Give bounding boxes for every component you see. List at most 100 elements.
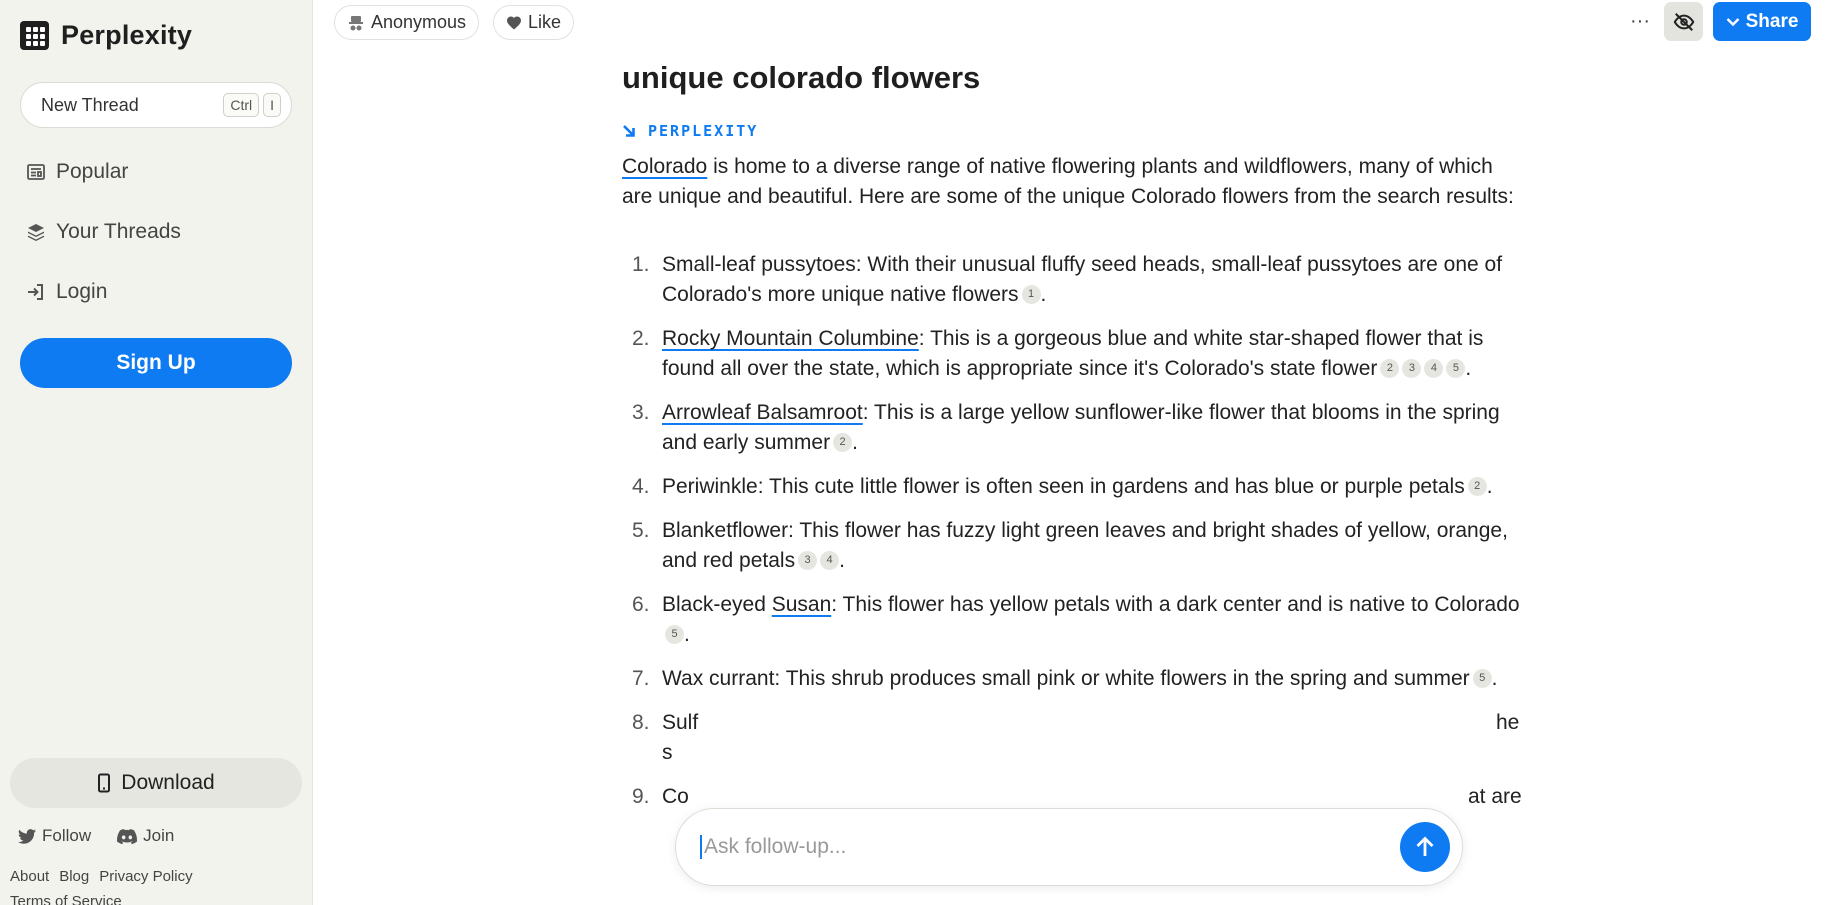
- citation-badge[interactable]: 5: [665, 624, 684, 644]
- list-text-tail: he: [1496, 711, 1520, 734]
- list-item: 2. Rocky Mountain Columbine: This is a g…: [622, 324, 1522, 384]
- answer-intro: Colorado is home to a diverse range of n…: [622, 152, 1522, 212]
- footer-links: About Blog Privacy Policy: [10, 868, 193, 885]
- list-text-line2: s: [662, 741, 673, 764]
- follow-up-input[interactable]: [700, 835, 1400, 859]
- list-text-tail: at are: [1468, 785, 1522, 808]
- newspaper-icon: [27, 164, 45, 180]
- share-button[interactable]: Share: [1713, 2, 1811, 41]
- new-thread-label: New Thread: [41, 94, 139, 115]
- list-text: Blanketflower: This flower has fuzzy lig…: [662, 519, 1508, 572]
- flower-list: 1. Small-leaf pussytoes: With their unus…: [622, 250, 1522, 812]
- list-link[interactable]: Rocky Mountain Columbine: [662, 327, 919, 350]
- join-discord-link[interactable]: Join: [117, 826, 174, 846]
- list-item: 3. Arrowleaf Balsamroot: This is a large…: [622, 398, 1522, 458]
- twitter-icon: [18, 828, 36, 844]
- join-label: Join: [143, 826, 175, 845]
- source-label: PERPLEXITY: [622, 122, 758, 140]
- list-text: Wax currant: This shrub produces small p…: [662, 667, 1470, 690]
- about-link[interactable]: About: [10, 868, 49, 885]
- sidebar-item-label: Login: [56, 280, 108, 303]
- list-item: 4. Periwinkle: This cute little flower i…: [622, 472, 1522, 502]
- shortcut-key-i: I: [263, 93, 281, 117]
- blog-link[interactable]: Blog: [59, 868, 89, 885]
- send-button[interactable]: [1400, 822, 1450, 872]
- list-item: 5. Blanketflower: This flower has fuzzy …: [622, 516, 1522, 576]
- anonymous-label: Anonymous: [371, 12, 467, 32]
- list-item: 8. Sulf he s: [622, 708, 1522, 768]
- citation-badge[interactable]: 5: [1446, 358, 1466, 378]
- follow-twitter-link[interactable]: Follow: [18, 826, 91, 846]
- citation-badge[interactable]: 3: [798, 550, 818, 570]
- arrow-up-icon: [1416, 836, 1434, 856]
- stack-icon: [28, 224, 44, 241]
- citation-badge[interactable]: 4: [820, 550, 840, 570]
- list-item: 7. Wax currant: This shrub produces smal…: [622, 664, 1522, 694]
- sidebar-item-login[interactable]: Login: [26, 280, 107, 304]
- citation-badge[interactable]: 2: [833, 432, 853, 452]
- terms-of-service-link[interactable]: Terms of Service: [10, 893, 122, 905]
- more-options-icon[interactable]: ···: [1627, 8, 1653, 34]
- list-number: 1.: [632, 253, 650, 276]
- list-number: 9.: [632, 785, 650, 808]
- list-number: 2.: [632, 327, 650, 350]
- sidebar-item-your-threads[interactable]: Your Threads: [26, 220, 181, 244]
- colorado-link[interactable]: Colorado: [622, 155, 707, 178]
- new-thread-button[interactable]: New Thread Ctrl I: [20, 82, 292, 128]
- list-number: 5.: [632, 519, 650, 542]
- heart-icon: [507, 16, 521, 30]
- follow-up-box: [675, 808, 1463, 886]
- list-text: Sulf: [662, 711, 699, 734]
- like-label: Like: [528, 12, 562, 32]
- sidebar-item-label: Popular: [56, 160, 129, 183]
- incognito-icon: [349, 15, 363, 30]
- citation-badge[interactable]: 2: [1467, 476, 1487, 496]
- source-label-text: PERPLEXITY: [648, 122, 759, 140]
- citation-badge[interactable]: 4: [1424, 358, 1444, 378]
- list-item: 6. Black-eyed Susan: This flower has yel…: [622, 590, 1522, 650]
- arrow-down-right-icon: [623, 125, 635, 137]
- share-label: Share: [1745, 10, 1799, 32]
- list-text: : This flower has yellow petals with a d…: [831, 593, 1520, 616]
- list-text: Co: [662, 785, 689, 808]
- social-links: Follow Join: [18, 826, 174, 846]
- citation-badge[interactable]: 1: [1021, 284, 1041, 304]
- citation-badge[interactable]: 3: [1402, 358, 1422, 378]
- list-number: 4.: [632, 475, 650, 498]
- citation-badge[interactable]: 2: [1380, 358, 1400, 378]
- list-link[interactable]: Arrowleaf Balsamroot: [662, 401, 863, 424]
- intro-text: is home to a diverse range of native flo…: [622, 155, 1514, 208]
- shortcut-key-ctrl: Ctrl: [223, 93, 260, 117]
- list-link[interactable]: Susan: [772, 593, 832, 616]
- brand-name: Perplexity: [61, 20, 193, 50]
- brand[interactable]: Perplexity: [20, 20, 192, 51]
- list-number: 3.: [632, 401, 650, 424]
- sign-up-button[interactable]: Sign Up: [20, 338, 292, 388]
- download-label: Download: [121, 771, 215, 794]
- discord-icon: [117, 828, 138, 844]
- list-number: 8.: [632, 711, 650, 734]
- privacy-policy-link[interactable]: Privacy Policy: [99, 868, 192, 885]
- anonymous-user-chip[interactable]: Anonymous: [334, 5, 480, 40]
- app-root: Perplexity New Thread Ctrl I Popular You…: [0, 0, 1831, 905]
- sidebar-item-label: Your Threads: [56, 220, 181, 243]
- list-number: 6.: [632, 593, 650, 616]
- list-text: Periwinkle: This cute little flower is o…: [662, 475, 1465, 498]
- chevron-down-icon: [1726, 17, 1739, 26]
- follow-label: Follow: [42, 826, 92, 845]
- perplexity-logo-icon: [20, 21, 49, 50]
- visibility-toggle-button[interactable]: [1664, 2, 1703, 41]
- like-button[interactable]: Like: [493, 5, 575, 40]
- citation-badge[interactable]: 5: [1472, 668, 1492, 688]
- phone-icon: [98, 773, 111, 793]
- list-text: Small-leaf pussytoes: With their unusual…: [662, 253, 1503, 306]
- list-number: 7.: [632, 667, 650, 690]
- login-icon: [28, 284, 43, 300]
- list-item: 1. Small-leaf pussytoes: With their unus…: [622, 250, 1522, 310]
- page-title: unique colorado flowers: [622, 60, 981, 95]
- eye-off-icon: [1673, 12, 1694, 31]
- sidebar: Perplexity New Thread Ctrl I Popular You…: [0, 0, 313, 905]
- download-button[interactable]: Download: [10, 758, 302, 808]
- sidebar-item-popular[interactable]: Popular: [26, 160, 128, 184]
- list-text: Black-eyed: [662, 593, 772, 616]
